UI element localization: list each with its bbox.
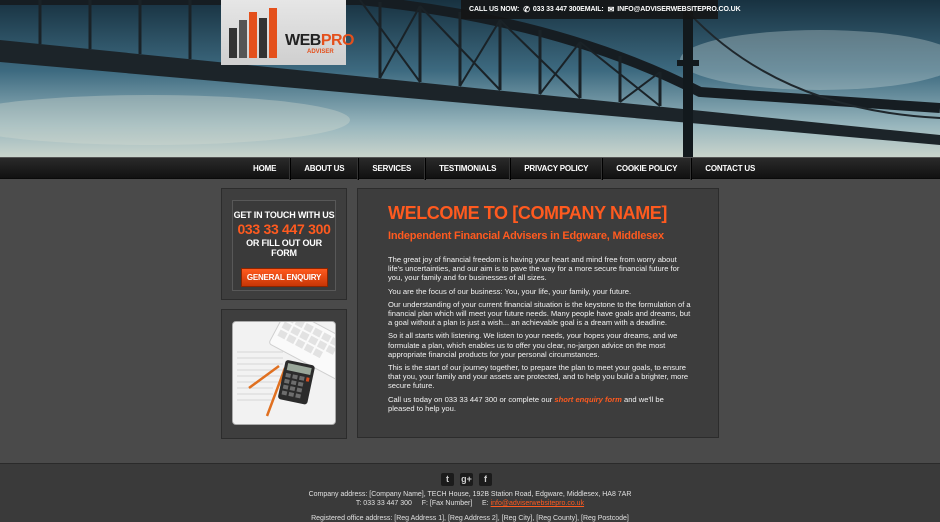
site-logo[interactable]: WEBPRO ADVISER [221, 0, 355, 65]
contact-cta-panel: GET IN TOUCH WITH US 033 33 447 300 OR F… [221, 188, 347, 300]
calculator-photo [232, 321, 336, 425]
cta-phone-number[interactable]: 033 33 447 300 [233, 221, 335, 237]
header-contact-bar: CALL US NOW: ✆ 033 33 447 300 EMAIL: ✉ I… [461, 0, 741, 19]
call-to-action-paragraph: Call us today on 033 33 447 300 or compl… [388, 395, 692, 413]
nav-item-home[interactable]: HOME [240, 158, 291, 180]
footer-contact-line: T: 033 33 447 300 F: [Fax Number] E: inf… [0, 500, 940, 507]
image-panel [221, 309, 347, 439]
paragraph: So it all starts with listening. We list… [388, 331, 678, 359]
cta-text-before: Call us today on 033 33 447 300 or compl… [388, 394, 555, 404]
page-subtitle: Independent Financial Advisers in Edgwar… [388, 230, 664, 242]
page-title: WELCOME TO [COMPANY NAME] [388, 203, 667, 223]
logo-subtitle: ADVISER [307, 49, 334, 55]
welcome-body: The great joy of financial freedom is ha… [388, 255, 692, 417]
welcome-content-panel: WELCOME TO [COMPANY NAME] Independent Fi… [357, 188, 719, 438]
cta-heading: GET IN TOUCH WITH US [233, 210, 335, 220]
hero-banner: WEBPRO ADVISER CALL US NOW: ✆ 033 33 447… [0, 0, 940, 157]
nav-item-cookie-policy[interactable]: COOKIE POLICY [602, 158, 692, 180]
bridge-illustration [0, 0, 940, 157]
nav-item-privacy-policy[interactable]: PRIVACY POLICY [510, 158, 603, 180]
contact-cta-inner: GET IN TOUCH WITH US 033 33 447 300 OR F… [232, 200, 336, 291]
registered-address: Registered office address: [Reg Address … [311, 515, 629, 522]
envelope-icon: ✉ [607, 5, 615, 14]
nav-item-testimonials[interactable]: TESTIMONIALS [425, 158, 511, 180]
paragraph: The great joy of financial freedom is ha… [388, 255, 680, 283]
twitter-icon[interactable]: t [441, 473, 454, 486]
cta-subheading: OR FILL OUT OUR FORM [246, 238, 322, 258]
email-label: EMAIL: [580, 6, 604, 13]
general-enquiry-button[interactable]: GENERAL ENQUIRY [240, 268, 328, 287]
footer-tel: T: 033 33 447 300 [355, 500, 412, 507]
nav-item-services[interactable]: SERVICES [358, 158, 426, 180]
footer-email-link[interactable]: info@adviserwebsitepro.co.uk [491, 500, 585, 507]
paragraph: You are the focus of our business: You, … [388, 286, 632, 296]
social-links: t g+ f [441, 473, 492, 486]
short-enquiry-form-link[interactable]: short enquiry form [554, 395, 622, 404]
nav-item-contact-us[interactable]: CONTACT US [691, 158, 768, 180]
paragraph: This is the start of our journey togethe… [388, 363, 689, 391]
calculator-keyboard-illustration [233, 322, 335, 424]
facebook-icon[interactable]: f [479, 473, 492, 486]
footer-fax: F: [Fax Number] [421, 500, 473, 507]
site-footer: t g+ f Company address: [Company Name], … [0, 463, 940, 522]
company-address: Company address: [Company Name], TECH Ho… [308, 491, 632, 498]
google-plus-icon[interactable]: g+ [460, 473, 473, 486]
call-label: CALL US NOW: [469, 6, 520, 13]
header-email-link[interactable]: INFO@ADVISERWEBSITEPRO.CO.UK [617, 6, 740, 13]
logo-bars-icon [229, 8, 277, 58]
nav-item-about-us[interactable]: ABOUT US [290, 158, 359, 180]
header-phone[interactable]: 033 33 447 300 [533, 6, 580, 13]
logo-wordmark: WEBPRO [285, 32, 355, 49]
phone-icon: ✆ [523, 5, 530, 14]
footer-email-label: E: [482, 500, 489, 507]
main-navigation: HOME ABOUT US SERVICES TESTIMONIALS PRIV… [0, 157, 940, 180]
paragraph: Our understanding of your current financ… [388, 299, 691, 328]
